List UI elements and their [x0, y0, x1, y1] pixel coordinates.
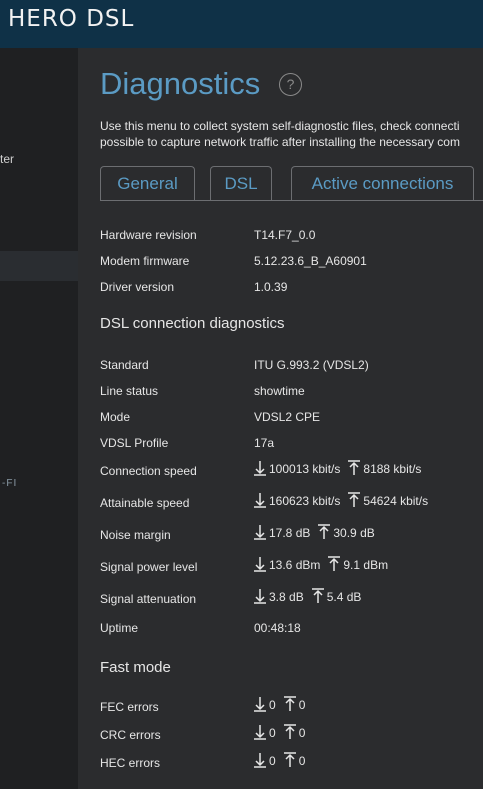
download-arrow-icon — [254, 556, 266, 572]
crc-errors-label: CRC errors — [100, 728, 161, 742]
download-arrow-icon — [254, 492, 266, 508]
upload-arrow-icon — [283, 724, 296, 740]
main-content: Diagnostics ? Use this menu to collect s… — [78, 48, 483, 789]
sidebar-item-active[interactable] — [0, 251, 78, 281]
driver-version-label: Driver version — [100, 280, 175, 294]
signal-attenuation-label: Signal attenuation — [100, 592, 197, 606]
modem-firmware-label: Modem firmware — [100, 254, 190, 268]
hardware-revision-label: Hardware revision — [100, 228, 197, 242]
tab-underline — [100, 200, 483, 201]
noise-margin-label: Noise margin — [100, 528, 171, 542]
modem-firmware-value: 5.12.23.6_B_A60901 — [254, 254, 367, 268]
upload-arrow-icon — [283, 752, 296, 768]
standard-label: Standard — [100, 358, 149, 372]
noise-margin-value: 17.8 dB 30.9 dB — [254, 524, 375, 540]
page-title: Diagnostics — [100, 66, 261, 101]
page-description: Use this menu to collect system self-dia… — [100, 118, 483, 150]
line-status-label: Line status — [100, 384, 159, 398]
signal-power-down: 13.6 dBm — [269, 558, 321, 572]
top-header: HERO DSL — [0, 0, 483, 48]
mode-value: VDSL2 CPE — [254, 410, 321, 424]
hec-errors-down: 0 — [269, 754, 276, 768]
attainable-speed-label: Attainable speed — [100, 496, 190, 510]
attainable-speed-value: 160623 kbit/s 54624 kbit/s — [254, 492, 428, 508]
upload-arrow-icon — [283, 696, 296, 712]
driver-version-value: 1.0.39 — [254, 280, 288, 294]
brand-logo[interactable]: HERO DSL — [8, 6, 134, 32]
signal-attenuation-up: 5.4 dB — [326, 590, 362, 604]
tab-dsl[interactable]: DSL — [210, 166, 272, 200]
upload-arrow-icon — [348, 492, 361, 508]
description-line-1: Use this menu to collect system self-dia… — [100, 119, 460, 133]
signal-attenuation-value: 3.8 dB 5.4 dB — [254, 588, 361, 604]
sidebar-item-wifi[interactable]: -FI — [2, 478, 17, 489]
download-arrow-icon — [254, 588, 266, 604]
noise-margin-up: 30.9 dB — [333, 526, 375, 540]
signal-power-value: 13.6 dBm 9.1 dBm — [254, 556, 388, 572]
fec-errors-down: 0 — [269, 698, 276, 712]
help-icon[interactable]: ? — [279, 73, 302, 96]
uptime-value: 00:48:18 — [254, 621, 301, 635]
fast-mode-title: Fast mode — [100, 659, 171, 676]
upload-arrow-icon — [311, 588, 324, 604]
signal-power-up: 9.1 dBm — [343, 558, 389, 572]
download-arrow-icon — [254, 524, 266, 540]
hec-errors-label: HEC errors — [100, 756, 161, 770]
hec-errors-value: 00 — [254, 752, 305, 768]
connection-speed-up: 8188 kbit/s — [363, 462, 422, 476]
attainable-speed-down: 160623 kbit/s — [269, 494, 341, 508]
hec-errors-up: 0 — [298, 754, 306, 768]
vdsl-profile-value: 17a — [254, 436, 275, 450]
upload-arrow-icon — [348, 460, 361, 476]
connection-speed-value: 100013 kbit/s 8188 kbit/s — [254, 460, 421, 476]
connection-speed-label: Connection speed — [100, 464, 197, 478]
download-arrow-icon — [254, 460, 266, 476]
tab-general[interactable]: General — [100, 166, 195, 200]
sidebar-item-partial[interactable]: ter — [0, 152, 14, 166]
fec-errors-up: 0 — [298, 698, 306, 712]
crc-errors-down: 0 — [269, 726, 276, 740]
dsl-section-title: DSL connection diagnostics — [100, 315, 285, 332]
noise-margin-down: 17.8 dB — [269, 526, 311, 540]
signal-power-label: Signal power level — [100, 560, 198, 574]
download-arrow-icon — [254, 724, 266, 740]
uptime-label: Uptime — [100, 621, 139, 635]
sidebar: ter -FI — [0, 48, 78, 789]
upload-arrow-icon — [328, 556, 341, 572]
signal-attenuation-down: 3.8 dB — [269, 590, 304, 604]
attainable-speed-up: 54624 kbit/s — [363, 494, 429, 508]
download-arrow-icon — [254, 696, 266, 712]
upload-arrow-icon — [318, 524, 331, 540]
crc-errors-up: 0 — [298, 726, 306, 740]
mode-label: Mode — [100, 410, 131, 424]
standard-value: ITU G.993.2 (VDSL2) — [254, 358, 369, 372]
download-arrow-icon — [254, 752, 266, 768]
fec-errors-label: FEC errors — [100, 700, 159, 714]
description-line-2: possible to capture network traffic afte… — [100, 135, 460, 149]
hardware-revision-value: T14.F7_0.0 — [254, 228, 316, 242]
fec-errors-value: 00 — [254, 696, 305, 712]
crc-errors-value: 00 — [254, 724, 305, 740]
line-status-value: showtime — [254, 384, 305, 398]
vdsl-profile-label: VDSL Profile — [100, 436, 169, 450]
tab-active-connections[interactable]: Active connections — [291, 166, 474, 200]
connection-speed-down: 100013 kbit/s — [269, 462, 341, 476]
